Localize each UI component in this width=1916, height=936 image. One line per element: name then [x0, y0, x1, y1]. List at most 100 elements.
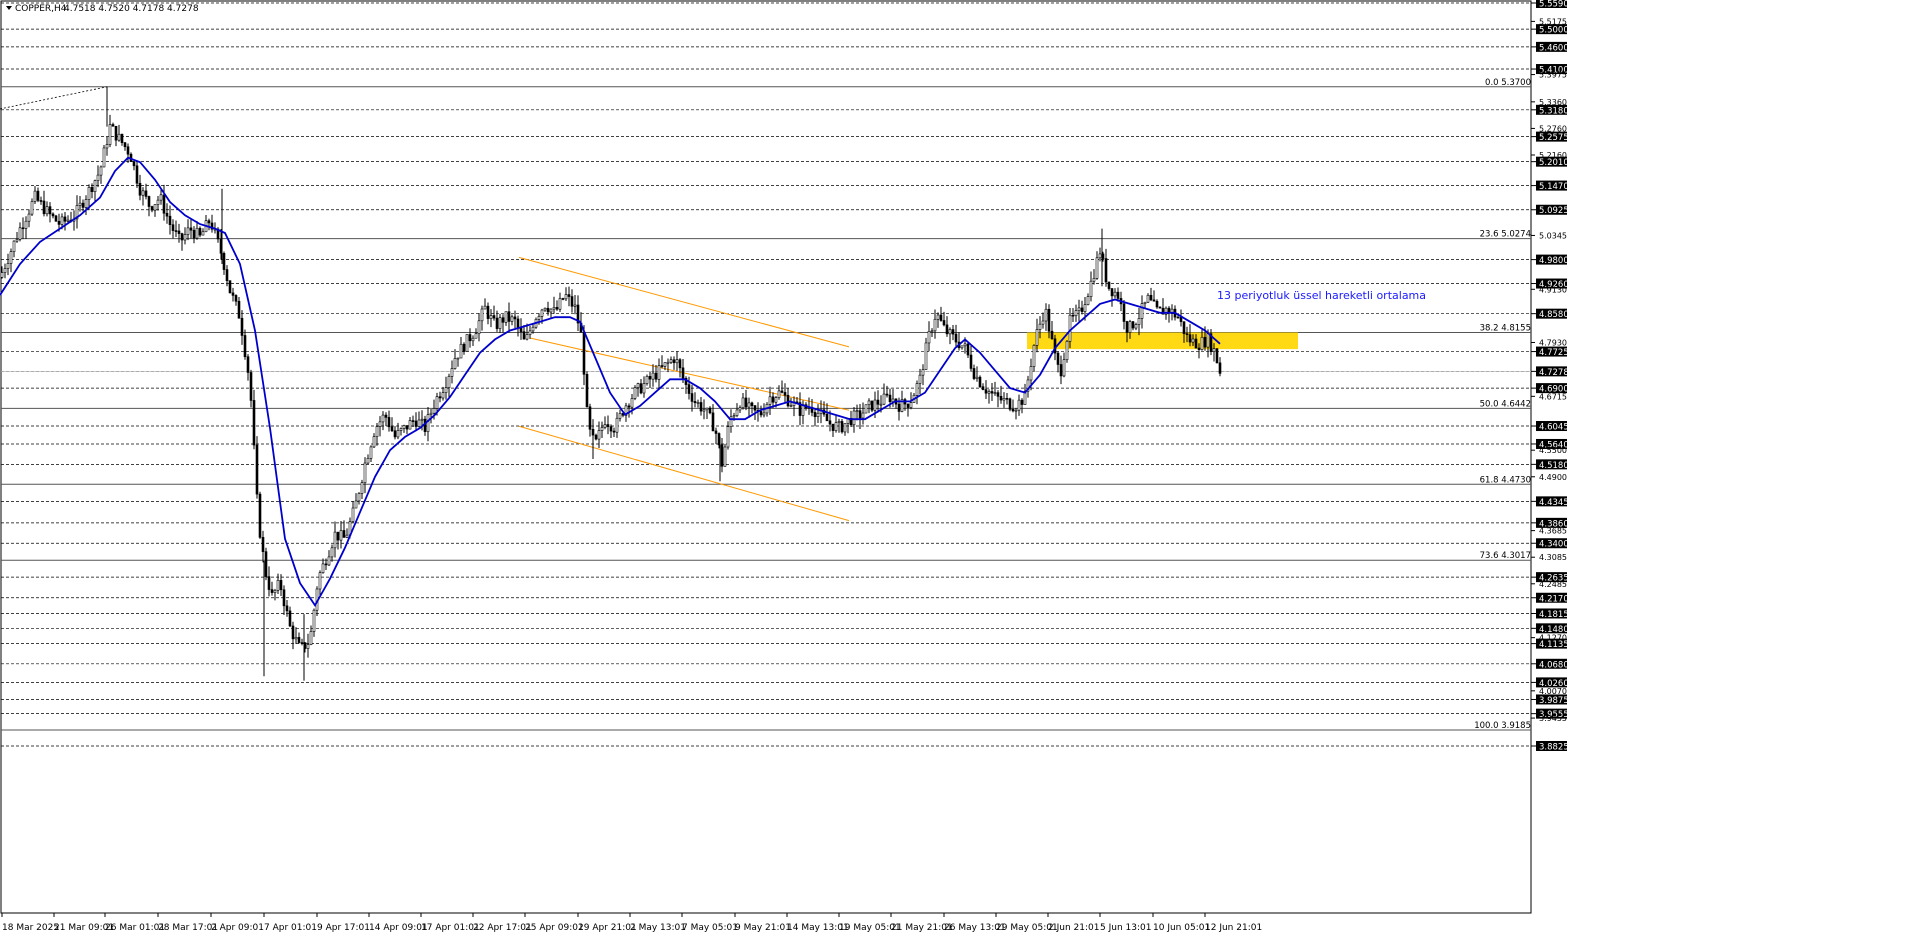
price-scale-label: 4.3085 [1539, 553, 1567, 562]
candle-body [507, 311, 511, 322]
candle-body [993, 392, 997, 394]
candle-body [606, 424, 610, 427]
price-scale-label: 4.6715 [1539, 392, 1567, 401]
candle-body [60, 216, 64, 225]
fib-level-label: 50.0 4.6442 [1480, 399, 1531, 409]
price-label: 4.8580 [1539, 310, 1569, 320]
candle-body [618, 413, 622, 419]
candle-body [876, 399, 880, 405]
candle-body [180, 233, 184, 241]
candle-body [843, 423, 847, 433]
candle-body [1149, 294, 1153, 301]
candle-body [1080, 307, 1084, 312]
candle-body [384, 414, 388, 418]
candle-body [1194, 338, 1198, 349]
candle-body [1086, 296, 1090, 305]
candle-body [327, 556, 331, 566]
price-scale-label: 4.5500 [1539, 446, 1567, 455]
candle-body [24, 220, 28, 229]
candle-body [240, 317, 244, 336]
candle-body [960, 345, 964, 349]
candle-body [360, 482, 364, 494]
candle-body [1125, 321, 1129, 333]
price-scale-label: 5.0345 [1539, 231, 1567, 240]
candle-body [207, 220, 211, 224]
candle-body [297, 637, 301, 643]
candle-body [921, 369, 925, 376]
candle-body [417, 419, 421, 427]
candle-body [1014, 409, 1018, 412]
candle-body [861, 412, 865, 419]
candle-body [144, 190, 148, 197]
candle-body [477, 320, 481, 335]
fib-level-label: 38.2 4.8155 [1480, 324, 1531, 334]
candle-body [381, 414, 385, 423]
price-label: 5.5590 [1539, 0, 1569, 10]
candle-body [933, 318, 937, 332]
candle-body [981, 386, 985, 390]
candle-body [258, 493, 262, 538]
candle-body [561, 298, 565, 300]
candle-body [552, 307, 556, 310]
price-scale-label: 5.2760 [1539, 124, 1567, 133]
candle-body [243, 335, 247, 358]
candle-body [495, 317, 499, 329]
candle-body [1116, 291, 1120, 299]
candle-body [906, 403, 910, 408]
candle-body [567, 294, 571, 297]
candle-body [1095, 257, 1099, 279]
candle-body [600, 427, 604, 431]
candle-body [867, 400, 871, 406]
candle-body [750, 402, 754, 406]
candle-body [396, 430, 400, 438]
candle-body [351, 507, 355, 522]
candle-body [927, 331, 931, 344]
ema-annotation: 13 periyotluk üssel hareketli ortalama [1217, 289, 1426, 302]
candle-body [51, 213, 55, 217]
time-label: 26 Mar 01:01 [105, 923, 165, 933]
candle-body [120, 133, 124, 143]
candle-body [1077, 307, 1081, 311]
candle-body [54, 215, 58, 222]
candle-body [963, 343, 967, 347]
candle-body [987, 391, 991, 394]
candle-body [642, 383, 646, 394]
candle-body [531, 326, 535, 332]
candle-body [768, 396, 772, 405]
candle-body [789, 405, 793, 407]
candle-body [705, 407, 709, 411]
candle-body [588, 406, 592, 430]
candle-body [915, 383, 919, 396]
candle-body [1038, 323, 1042, 330]
candle-body [99, 166, 103, 176]
candle-body [420, 418, 424, 421]
candle-body [390, 426, 394, 432]
price-label: 5.5000 [1539, 26, 1569, 36]
candle-body [36, 190, 40, 201]
price-scale-label: 5.2160 [1539, 151, 1567, 160]
candle-body [489, 315, 493, 319]
time-label: 10 Jun 05:01 [1153, 923, 1210, 933]
price-chart[interactable]: 0.0 5.3700 23.6 5.0274 38.2 4.8155 50.0 4.6… [0, 0, 1916, 936]
candle-body [393, 430, 397, 438]
candle-body [354, 500, 358, 509]
candle-body [873, 399, 877, 411]
price-scale-label: 4.9130 [1539, 285, 1567, 294]
price-label: 3.8825 [1539, 743, 1569, 753]
candle-body [87, 187, 91, 200]
candle-body [948, 329, 952, 335]
price-label: 5.0925 [1539, 206, 1569, 216]
candle-body [330, 547, 334, 558]
candle-body [474, 333, 478, 339]
candle-body [306, 644, 310, 649]
time-label: 22 Apr 17:01 [473, 923, 532, 933]
candle-body [102, 147, 106, 168]
candle-body [1020, 399, 1024, 405]
candle-body [858, 410, 862, 419]
candle-body [123, 142, 127, 148]
candle-body [45, 206, 49, 215]
candle-body [1134, 324, 1138, 329]
candle-body [267, 576, 271, 590]
candle-body [636, 383, 640, 388]
candle-body [1059, 364, 1063, 377]
